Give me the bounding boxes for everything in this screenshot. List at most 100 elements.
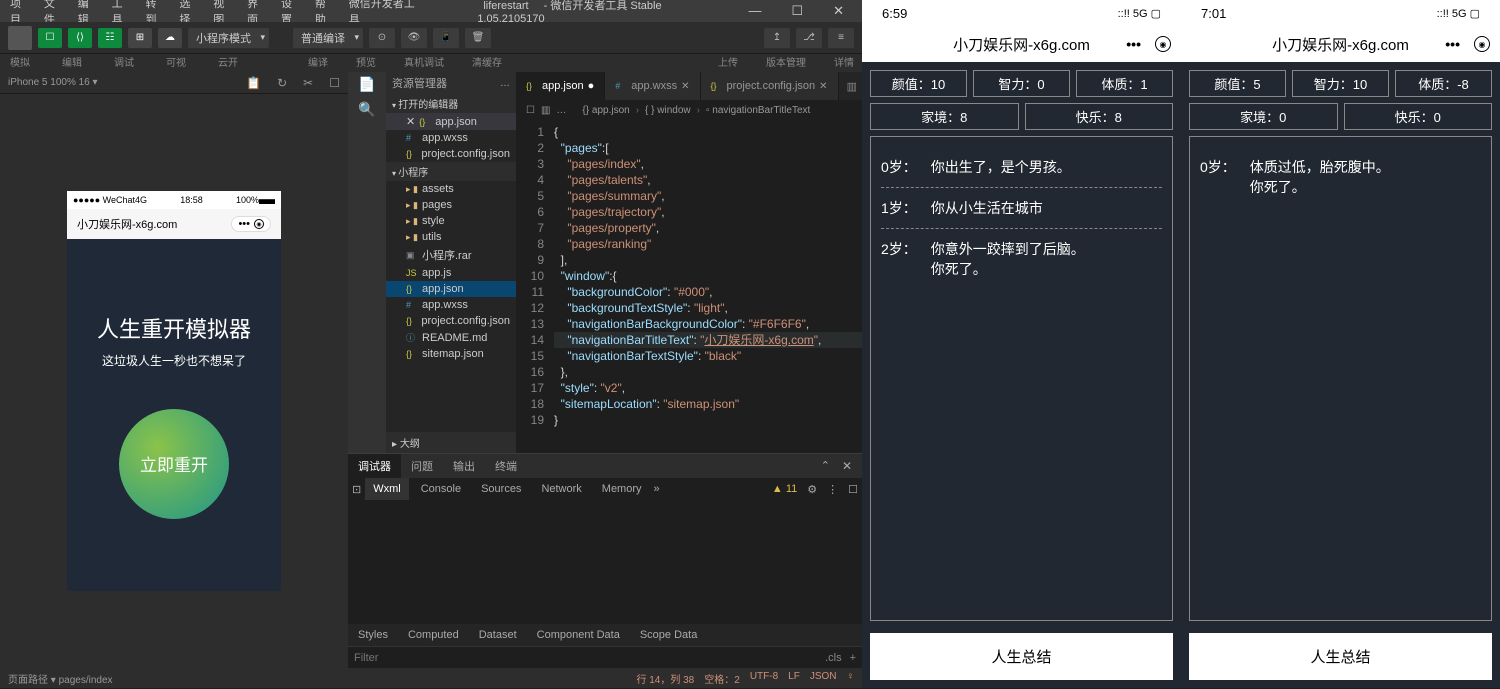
split-icon[interactable]: ▥ bbox=[847, 80, 857, 93]
file-item[interactable]: JSapp.js bbox=[386, 265, 516, 281]
simulator-panel: iPhone 5 100% 16 ▾ 📋 ↻ ✂ ☐ ●●●●● WeChat4… bbox=[0, 72, 348, 668]
label: 真机调试 bbox=[404, 54, 444, 72]
component-data-tab[interactable]: Component Data bbox=[527, 629, 630, 641]
tab[interactable]: {}app.json● bbox=[516, 72, 605, 100]
close-button[interactable]: ✕ bbox=[827, 3, 850, 19]
computed-tab[interactable]: Computed bbox=[398, 629, 469, 641]
real-debug-button[interactable]: 📱 bbox=[433, 28, 459, 48]
outline-section[interactable]: ▸ 大纲 bbox=[386, 432, 516, 453]
compile-select[interactable]: 普通编译 bbox=[293, 28, 363, 48]
inspect-icon[interactable]: ⊡ bbox=[352, 483, 361, 496]
devtools-tab[interactable]: 问题 bbox=[401, 454, 443, 478]
more-icon[interactable]: … bbox=[500, 78, 510, 89]
file-item[interactable]: ✕{}app.json bbox=[386, 113, 516, 130]
cursor-pos[interactable]: 行 14，列 38 bbox=[636, 671, 694, 686]
upload-button[interactable]: ↥ bbox=[764, 28, 790, 48]
chevron-icon[interactable]: ⌃ bbox=[821, 459, 830, 473]
target-icon[interactable]: ◉ bbox=[1155, 36, 1171, 52]
sim-icon[interactable]: ☐ bbox=[329, 76, 340, 90]
target-icon[interactable]: ◉ bbox=[1474, 36, 1490, 52]
tab[interactable]: {}project.config.json✕ bbox=[701, 72, 839, 100]
simulator-button[interactable]: ☐ bbox=[38, 28, 62, 48]
styles-tab[interactable]: Styles bbox=[348, 629, 398, 641]
minimize-button[interactable]: — bbox=[742, 3, 767, 19]
folder-item[interactable]: ▸ ▮utils bbox=[386, 229, 516, 245]
devtools-tab[interactable]: 输出 bbox=[443, 454, 485, 478]
nav-title: 小刀娱乐网-x6g.com bbox=[77, 216, 177, 232]
avatar[interactable] bbox=[8, 26, 32, 50]
gear-icon[interactable]: ⚙ bbox=[807, 483, 817, 496]
devtools-subtab[interactable]: Network bbox=[533, 478, 589, 500]
devtools-tab[interactable]: 调试器 bbox=[348, 454, 401, 478]
close-icon[interactable]: ✕ bbox=[842, 459, 852, 473]
cls-toggle[interactable]: .cls bbox=[825, 652, 842, 664]
breadcrumb[interactable]: ☐▥… {} app.json› { } window› ▫ navigatio… bbox=[516, 100, 862, 120]
visualizer-button[interactable]: ⊞ bbox=[128, 28, 152, 48]
signal: ::!! 5G ▢ bbox=[1118, 7, 1161, 20]
summary-button[interactable]: 人生总结 bbox=[870, 633, 1173, 680]
editor: {}app.json● #app.wxss✕ {}project.config.… bbox=[516, 72, 862, 453]
eol[interactable]: LF bbox=[788, 671, 800, 686]
version-button[interactable]: ⎇ bbox=[796, 28, 822, 48]
sim-icon[interactable]: ✂ bbox=[303, 76, 313, 90]
cloud-button[interactable]: ☁ bbox=[158, 28, 182, 48]
file-item[interactable]: {}project.config.json bbox=[386, 313, 516, 329]
add-icon[interactable]: + bbox=[850, 652, 856, 664]
details-button[interactable]: ≡ bbox=[828, 28, 854, 48]
file-item[interactable]: ⓘREADME.md bbox=[386, 329, 516, 346]
open-editors-section[interactable]: 打开的编辑器 bbox=[386, 94, 516, 113]
device-select[interactable]: iPhone 5 100% 16 ▾ bbox=[8, 77, 98, 88]
devtools-subtab[interactable]: Console bbox=[413, 478, 469, 500]
files-icon[interactable]: 📄 bbox=[358, 76, 375, 93]
label: 编辑器 bbox=[60, 54, 84, 72]
wechat-devtools: 项目 文件 编辑 工具 转到 选择 视图 界面 设置 帮助 微信开发者工具 li… bbox=[0, 0, 862, 688]
stat-beauty: 颜值：5 bbox=[1189, 70, 1286, 97]
encoding[interactable]: UTF-8 bbox=[750, 671, 778, 686]
devtools-subtab[interactable]: Wxml bbox=[365, 478, 409, 500]
file-item[interactable]: {}app.json bbox=[386, 281, 516, 297]
preview-button[interactable]: 👁 bbox=[401, 28, 427, 48]
devtools-tab[interactable]: 终端 bbox=[485, 454, 527, 478]
maximize-button[interactable]: ☐ bbox=[785, 3, 809, 19]
sim-icon[interactable]: 📋 bbox=[246, 76, 261, 90]
code-editor[interactable]: 12345678910111213141516171819 { "pages":… bbox=[516, 120, 862, 453]
folder-item[interactable]: ▸ ▮pages bbox=[386, 197, 516, 213]
file-item[interactable]: #app.wxss bbox=[386, 130, 516, 146]
capsule[interactable]: •••◉ bbox=[231, 216, 271, 232]
clear-cache-button[interactable]: 🗑 bbox=[465, 28, 491, 48]
devtools-subtab[interactable]: Sources bbox=[473, 478, 529, 500]
dock-icon[interactable]: ☐ bbox=[848, 483, 858, 496]
menu-icon[interactable]: ••• bbox=[1126, 36, 1141, 52]
filter-input[interactable] bbox=[354, 652, 825, 664]
sim-icon[interactable]: ↻ bbox=[277, 76, 287, 90]
indent[interactable]: 空格：2 bbox=[704, 671, 740, 686]
time: 6:59 bbox=[882, 6, 907, 21]
mode-select[interactable]: 小程序模式 bbox=[188, 28, 269, 48]
warn-badge[interactable]: ▲ 11 bbox=[772, 483, 797, 495]
debugger-button[interactable]: ☷ bbox=[98, 28, 122, 48]
stat-family: 家境：0 bbox=[1189, 103, 1338, 130]
summary-button[interactable]: 人生总结 bbox=[1189, 633, 1492, 680]
file-item[interactable]: {}project.config.json bbox=[386, 146, 516, 162]
tab[interactable]: #app.wxss✕ bbox=[605, 72, 700, 100]
devtools-subtab[interactable]: Memory bbox=[594, 478, 650, 500]
file-item[interactable]: #app.wxss bbox=[386, 297, 516, 313]
mobile-screenshot-2: 7:01::!! 5G ▢ 小刀娱乐网-x6g.com•••◉ 颜值：5 智力：… bbox=[1181, 0, 1500, 688]
file-item[interactable]: ▣小程序.rar bbox=[386, 245, 516, 265]
dataset-tab[interactable]: Dataset bbox=[469, 629, 527, 641]
folder-item[interactable]: ▸ ▮assets bbox=[386, 181, 516, 197]
editor-button[interactable]: ⟨⟩ bbox=[68, 28, 92, 48]
file-item[interactable]: {}sitemap.json bbox=[386, 346, 516, 362]
lang[interactable]: JSON bbox=[810, 671, 837, 686]
menu-icon[interactable]: ••• bbox=[1445, 36, 1460, 52]
more-icon[interactable]: ⋮ bbox=[827, 483, 838, 496]
project-section[interactable]: 小程序 bbox=[386, 162, 516, 181]
search-icon[interactable]: 🔍 bbox=[358, 101, 375, 118]
compile-button[interactable]: ⊙ bbox=[369, 28, 395, 48]
signal: ::!! 5G ▢ bbox=[1437, 7, 1480, 20]
scope-data-tab[interactable]: Scope Data bbox=[630, 629, 707, 641]
label: 模拟器 bbox=[8, 54, 32, 72]
feedback-icon[interactable]: ♀ bbox=[847, 671, 855, 686]
folder-item[interactable]: ▸ ▮style bbox=[386, 213, 516, 229]
restart-button[interactable]: 立即重开 bbox=[119, 409, 229, 519]
